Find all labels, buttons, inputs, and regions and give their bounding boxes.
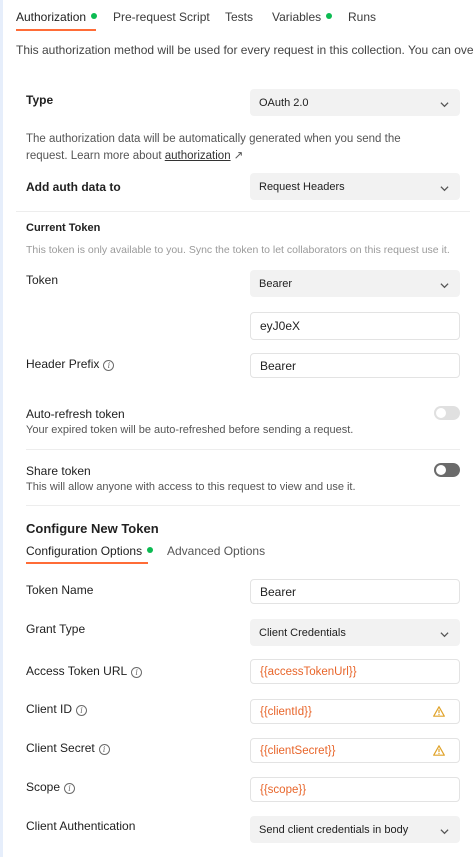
- client-id-input[interactable]: {{clientId}}: [250, 699, 460, 724]
- client-id-label-row: Client ID i: [26, 702, 88, 716]
- access-token-url-value: {{accessTokenUrl}}: [260, 665, 357, 678]
- chevron-down-icon: [440, 828, 449, 834]
- current-token-title: Current Token: [26, 222, 101, 234]
- share-token-label: Share token: [26, 464, 91, 478]
- token-type-value: Bearer: [259, 277, 293, 290]
- tab-runs[interactable]: Runs: [348, 10, 376, 24]
- active-subtab-indicator: [26, 562, 148, 564]
- type-select[interactable]: OAuth 2.0: [250, 89, 460, 116]
- active-tab-indicator: [16, 29, 96, 31]
- collection-auth-notice: This authorization method will be used f…: [16, 43, 474, 57]
- scope-input[interactable]: {{scope}}: [250, 777, 460, 802]
- auto-refresh-description: Your expired token will be auto-refreshe…: [26, 424, 354, 436]
- grant-type-select[interactable]: Client Credentials: [250, 619, 460, 646]
- info-icon[interactable]: i: [64, 783, 76, 794]
- section-divider: [16, 211, 470, 212]
- scope-label: Scope: [26, 780, 61, 794]
- chevron-down-icon: [440, 282, 449, 288]
- tab-authorization-label: Authorization: [16, 10, 87, 24]
- client-secret-label-row: Client Secret i: [26, 741, 110, 755]
- token-type-select[interactable]: Bearer: [250, 270, 460, 297]
- status-dot-icon: [91, 13, 98, 19]
- grant-type-label: Grant Type: [26, 622, 86, 636]
- external-link-icon: ↗: [233, 150, 244, 162]
- auto-refresh-label: Auto-refresh token: [26, 407, 125, 421]
- grant-type-value: Client Credentials: [259, 626, 346, 639]
- info-icon[interactable]: i: [103, 360, 115, 371]
- tab-configuration-options-label: Configuration Options: [26, 544, 143, 558]
- auto-refresh-toggle[interactable]: [434, 406, 460, 420]
- header-prefix-label: Header Prefix: [26, 357, 100, 371]
- toggle-knob: [436, 408, 446, 418]
- header-prefix-value: Bearer: [260, 358, 297, 373]
- warning-icon[interactable]: [433, 705, 445, 717]
- info-icon[interactable]: i: [98, 744, 110, 755]
- client-authentication-label: Client Authentication: [26, 819, 136, 833]
- toggle-knob: [436, 465, 446, 475]
- info-icon[interactable]: i: [76, 705, 88, 716]
- share-token-toggle[interactable]: [434, 463, 460, 477]
- tab-tests[interactable]: Tests: [225, 10, 253, 24]
- access-token-url-input[interactable]: {{accessTokenUrl}}: [250, 659, 460, 684]
- share-token-description: This will allow anyone with access to th…: [26, 481, 356, 493]
- header-prefix-input[interactable]: Bearer: [250, 353, 460, 378]
- token-name-input[interactable]: Bearer: [250, 579, 460, 604]
- auth-description-line1: The authorization data will be automatic…: [26, 133, 401, 145]
- auth-description-line2: request. Learn more about: [26, 150, 165, 162]
- token-value-text: eyJ0eX: [260, 319, 301, 333]
- warning-icon[interactable]: [433, 744, 445, 756]
- tab-runs-label: Runs: [348, 10, 377, 24]
- client-secret-value: {{clientSecret}}: [260, 744, 336, 757]
- client-secret-label: Client Secret: [26, 741, 95, 755]
- info-icon[interactable]: i: [131, 667, 143, 678]
- scope-value: {{scope}}: [260, 783, 307, 796]
- scope-label-row: Scope i: [26, 780, 76, 794]
- current-token-hint: This token is only available to you. Syn…: [26, 244, 450, 256]
- type-label: Type: [26, 93, 54, 107]
- add-auth-data-select[interactable]: Request Headers: [250, 173, 460, 200]
- left-edge-rule: [0, 0, 3, 857]
- access-token-url-label-row: Access Token URL i: [26, 664, 143, 678]
- configure-new-token-title: Configure New Token: [26, 521, 159, 536]
- client-secret-input[interactable]: {{clientSecret}}: [250, 738, 460, 763]
- chevron-down-icon: [440, 101, 449, 107]
- status-dot-icon: [147, 547, 154, 553]
- tab-advanced-options[interactable]: Advanced Options: [167, 544, 265, 558]
- tab-authorization[interactable]: Authorization: [16, 10, 98, 24]
- client-authentication-select[interactable]: Send client credentials in body: [250, 816, 460, 843]
- type-select-value: OAuth 2.0: [259, 96, 309, 109]
- tab-pre-request-script-label: Pre-request Script: [113, 10, 210, 24]
- status-dot-icon: [326, 13, 333, 19]
- client-authentication-value: Send client credentials in body: [259, 823, 409, 836]
- chevron-down-icon: [440, 185, 449, 191]
- add-auth-data-value: Request Headers: [259, 180, 345, 193]
- token-name-label: Token Name: [26, 583, 94, 597]
- tab-advanced-options-label: Advanced Options: [167, 544, 266, 558]
- section-divider: [26, 449, 460, 450]
- tab-pre-request-script[interactable]: Pre-request Script: [113, 10, 210, 24]
- tab-configuration-options[interactable]: Configuration Options: [26, 544, 154, 558]
- token-label: Token: [26, 273, 59, 287]
- client-id-value: {{clientId}}: [260, 705, 312, 718]
- authorization-docs-link[interactable]: authorization: [165, 150, 231, 162]
- tab-variables[interactable]: Variables: [272, 10, 333, 24]
- section-divider: [26, 505, 460, 506]
- token-value-input[interactable]: eyJ0eX: [250, 312, 460, 340]
- auth-description: The authorization data will be automatic…: [26, 131, 401, 165]
- chevron-down-icon: [440, 631, 449, 637]
- add-auth-data-label: Add auth data to: [26, 180, 121, 194]
- header-prefix-label-row: Header Prefix i: [26, 357, 115, 371]
- tab-tests-label: Tests: [225, 10, 254, 24]
- access-token-url-label: Access Token URL: [26, 664, 128, 678]
- token-name-value: Bearer: [260, 584, 297, 599]
- tab-variables-label: Variables: [272, 10, 322, 24]
- client-id-label: Client ID: [26, 702, 73, 716]
